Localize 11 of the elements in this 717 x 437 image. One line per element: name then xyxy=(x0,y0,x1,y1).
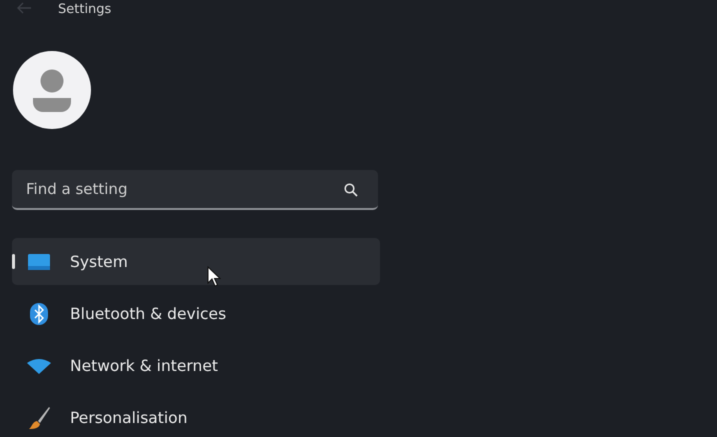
search-icon[interactable] xyxy=(344,183,358,197)
nav-item[interactable]: System xyxy=(12,238,380,285)
avatar-icon[interactable] xyxy=(12,50,92,130)
nav-item[interactable]: Bluetooth & devices xyxy=(12,290,380,337)
monitor-icon xyxy=(26,252,52,270)
nav-item[interactable]: Personalisation xyxy=(12,394,380,437)
search-field[interactable]: Find a setting xyxy=(12,170,378,210)
window-title: Settings xyxy=(58,2,112,16)
nav-item[interactable]: Network & internet xyxy=(12,342,380,389)
wifi-icon xyxy=(26,358,52,374)
mouse-pointer-icon xyxy=(207,266,221,288)
